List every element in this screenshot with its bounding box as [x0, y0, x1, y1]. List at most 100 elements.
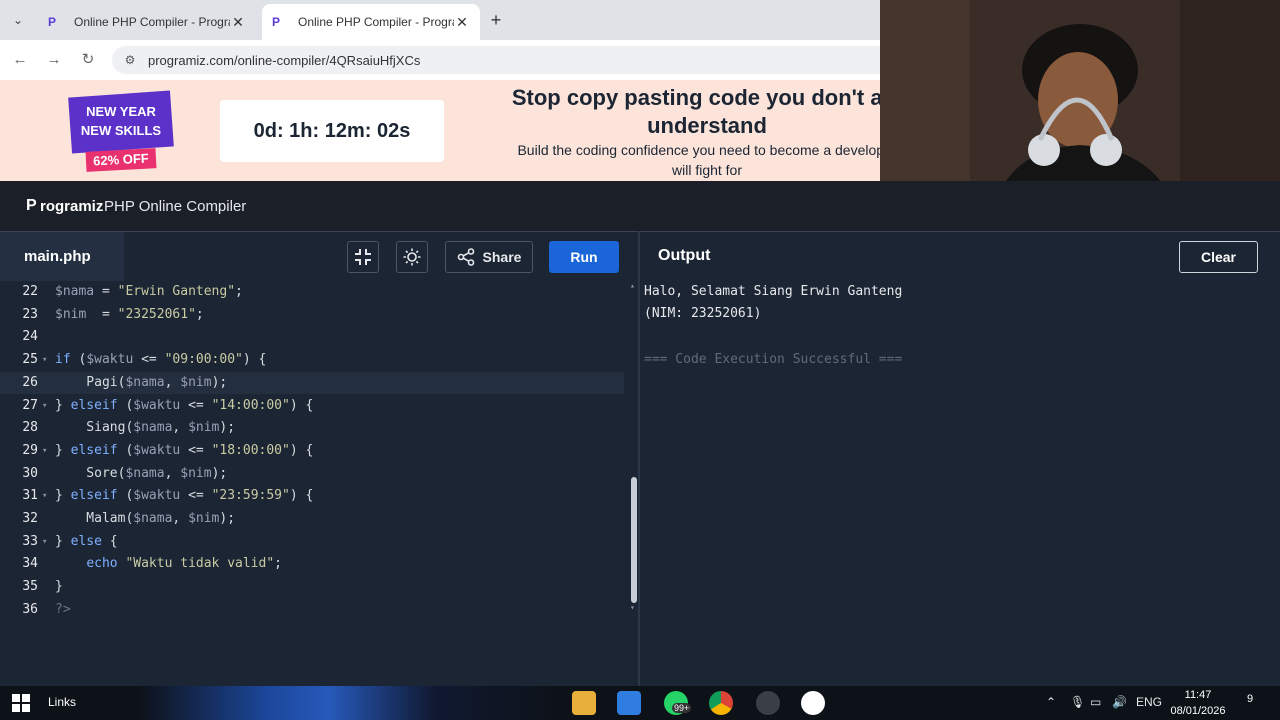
code-line[interactable]: 25 ▾ if ($waktu <= "09:00:00") {: [0, 349, 624, 372]
line-number: 23: [22, 306, 38, 322]
programiz-favicon-icon: P: [272, 15, 281, 29]
forward-icon[interactable]: →: [44, 50, 64, 70]
line-number: 29: [22, 442, 38, 458]
links-toolbar[interactable]: Links: [48, 695, 76, 709]
theme-toggle-button[interactable]: [396, 241, 428, 273]
share-button[interactable]: Share: [445, 241, 533, 273]
new-tab-icon[interactable]: +: [486, 10, 506, 30]
code-text: $nama = "Erwin Ganteng";: [55, 284, 243, 299]
app-title: PHP Online Compiler: [104, 198, 247, 215]
code-line[interactable]: 27 ▾} elseif ($waktu <= "14:00:00") {: [0, 395, 624, 418]
line-number: 33: [22, 533, 38, 549]
run-button[interactable]: Run: [549, 241, 619, 273]
line-number: 26: [22, 374, 38, 390]
tab-title: Online PHP Compiler - Program: [298, 15, 454, 29]
promo-discount: 62% OFF: [85, 148, 157, 172]
code-line[interactable]: 36 ?>: [0, 599, 624, 622]
fullscreen-exit-button[interactable]: [347, 241, 379, 273]
scroll-down-icon[interactable]: ▾: [630, 603, 635, 612]
code-line[interactable]: 31 ▾} elseif ($waktu <= "23:59:59") {: [0, 485, 624, 508]
tab-close-icon[interactable]: ✕: [230, 14, 246, 31]
line-number: 31: [22, 488, 38, 504]
clear-button[interactable]: Clear: [1179, 241, 1258, 273]
tab-title: Online PHP Compiler - Program: [74, 15, 230, 29]
language-indicator[interactable]: ENG: [1136, 695, 1162, 709]
address-bar: ← → ↻ ⚙ programiz.com/online-compiler/4Q…: [0, 40, 880, 80]
fold-toggle-icon[interactable]: ▾: [42, 531, 52, 554]
code-text: } elseif ($waktu <= "14:00:00") {: [55, 397, 314, 413]
editor-scrollbar[interactable]: [631, 477, 637, 603]
windows-start-icon[interactable]: [12, 694, 30, 712]
code-line[interactable]: 35}: [0, 576, 624, 599]
banner-subtext-line1: Build the coding confidence you need to …: [517, 142, 880, 158]
share-label: Share: [482, 249, 522, 265]
notification-center-icon[interactable]: 9: [1240, 693, 1260, 713]
banner-headline-line2: understand: [647, 113, 767, 138]
code-text: Siang($nama, $nim);: [55, 420, 236, 436]
clock-date: 08/01/2026: [1170, 705, 1226, 717]
code-text: Sore($nama, $nim);: [55, 465, 228, 481]
scroll-up-icon[interactable]: ▴: [630, 281, 635, 290]
code-line[interactable]: 32 Malam($nama, $nim);: [0, 508, 624, 531]
browser-tab-1[interactable]: P Online PHP Compiler - Program ✕: [38, 4, 256, 40]
code-text: if ($waktu <= "09:00:00") {: [55, 352, 267, 368]
tab-search-icon[interactable]: ⌄: [8, 10, 28, 30]
share-icon: [457, 248, 474, 266]
line-number: 32: [22, 511, 38, 526]
output-heading: Output: [658, 247, 711, 264]
clock-app-icon[interactable]: [756, 691, 780, 715]
reload-icon[interactable]: ↻: [78, 50, 98, 70]
code-text: } elseif ($waktu <= "18:00:00") {: [55, 442, 314, 458]
code-line[interactable]: 30 Sore($nama, $nim);: [0, 463, 624, 486]
promo-line-1: NEW YEAR: [86, 104, 156, 119]
whatsapp-icon[interactable]: 99+: [664, 691, 692, 715]
chrome-icon[interactable]: [709, 691, 733, 715]
code-line[interactable]: 33 ▾} else {: [0, 531, 624, 554]
store-icon[interactable]: [617, 691, 641, 715]
fold-toggle-icon[interactable]: ▾: [42, 349, 52, 372]
programiz-favicon-icon: P: [48, 15, 57, 29]
file-tab-main-php[interactable]: main.php: [0, 232, 124, 281]
programiz-header: P rogramiz PHP Online Compiler: [0, 181, 1280, 231]
line-number: 25: [22, 352, 38, 368]
code-editor[interactable]: 22 $nama = "Erwin Ganteng"; 23 $nim = "2325…: [0, 281, 638, 686]
volume-icon[interactable]: 🔊: [1112, 695, 1127, 709]
browser-tab-bar: ⌄ P Online PHP Compiler - Program ✕ P On…: [0, 0, 880, 40]
banner-subtext: Build the coding confidence you need to …: [456, 140, 880, 180]
fold-toggle-icon[interactable]: ▾: [42, 395, 52, 418]
code-line[interactable]: 29 ▾} elseif ($waktu <= "18:00:00") {: [0, 440, 624, 463]
code-line[interactable]: 23 $nim = "23252061";: [0, 304, 624, 327]
promo-box: [68, 90, 174, 154]
line-number: 28: [22, 420, 38, 436]
code-line[interactable]: 22 $nama = "Erwin Ganteng";: [0, 281, 624, 304]
system-clock[interactable]: 11:47 08/01/2026: [1166, 687, 1230, 719]
site-settings-icon[interactable]: ⚙: [120, 53, 140, 67]
output-line: (NIM: 23252061): [644, 306, 762, 321]
obs-icon[interactable]: [801, 691, 825, 715]
programiz-logo-text[interactable]: rogramiz: [40, 198, 103, 215]
taskbar-wallpaper: [140, 686, 560, 720]
code-line[interactable]: 28 Siang($nama, $nim);: [0, 417, 624, 440]
back-icon[interactable]: ←: [10, 50, 30, 70]
line-number: 24: [22, 329, 38, 345]
line-number: 22: [22, 284, 38, 299]
show-hidden-icons[interactable]: ⌃: [1046, 695, 1056, 709]
browser-tab-2[interactable]: P Online PHP Compiler - Program ✕: [262, 4, 480, 40]
url-field[interactable]: ⚙ programiz.com/online-compiler/4QRsaiuH…: [112, 46, 880, 74]
code-line[interactable]: 24: [0, 326, 624, 349]
sun-icon: [403, 248, 421, 266]
line-number: 34: [22, 556, 38, 572]
code-text: } elseif ($waktu <= "23:59:59") {: [55, 488, 314, 504]
fold-toggle-icon[interactable]: ▾: [42, 440, 52, 463]
code-line[interactable]: 26 Pagi($nama, $nim);: [0, 371, 624, 395]
notification-count: 9: [1246, 693, 1254, 705]
microphone-icon[interactable]: 🎙: [1070, 695, 1085, 709]
tab-close-icon[interactable]: ✕: [454, 14, 470, 31]
network-icon[interactable]: ▭: [1090, 695, 1101, 709]
promo-banner[interactable]: NEW YEAR NEW SKILLS 62% OFF 0d: 1h: 12m:…: [0, 80, 880, 181]
compiler-toolbar: main.php Share Run Output Clear: [0, 231, 1280, 281]
code-line[interactable]: 34 echo "Waktu tidak valid";: [0, 553, 624, 576]
file-explorer-icon[interactable]: [572, 691, 596, 715]
line-number: 36: [22, 601, 38, 617]
fold-toggle-icon[interactable]: ▾: [42, 485, 52, 508]
